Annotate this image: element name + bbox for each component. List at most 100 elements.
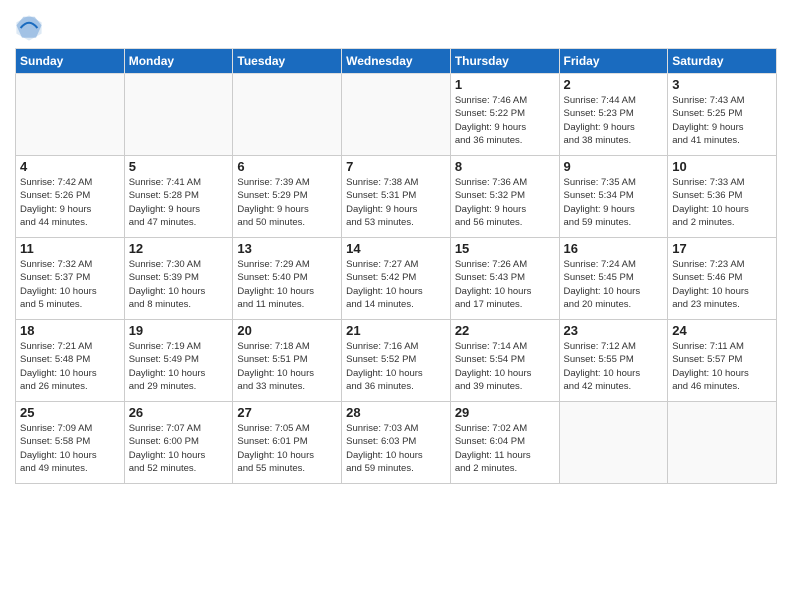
day-number: 20 bbox=[237, 323, 337, 338]
calendar-cell: 5 Sunrise: 7:41 AM Sunset: 5:28 PM Daylig… bbox=[124, 156, 233, 238]
calendar-cell: 25 Sunrise: 7:09 AM Sunset: 5:58 PM Dayli… bbox=[16, 402, 125, 484]
page-container: SundayMondayTuesdayWednesdayThursdayFrid… bbox=[0, 0, 792, 489]
day-number: 21 bbox=[346, 323, 446, 338]
day-info: Sunrise: 7:21 AM Sunset: 5:48 PM Dayligh… bbox=[20, 340, 120, 393]
calendar-cell: 3 Sunrise: 7:43 AM Sunset: 5:25 PM Daylig… bbox=[668, 74, 777, 156]
day-number: 4 bbox=[20, 159, 120, 174]
day-number: 14 bbox=[346, 241, 446, 256]
day-number: 22 bbox=[455, 323, 555, 338]
day-number: 24 bbox=[672, 323, 772, 338]
day-number: 16 bbox=[564, 241, 664, 256]
calendar-cell bbox=[16, 74, 125, 156]
day-number: 27 bbox=[237, 405, 337, 420]
calendar-week-row: 18Sunrise: 7:21 AM Sunset: 5:48 PM Dayli… bbox=[16, 320, 777, 402]
day-info: Sunrise: 7:23 AM Sunset: 5:46 PM Dayligh… bbox=[672, 258, 772, 311]
calendar-cell: 23 Sunrise: 7:12 AM Sunset: 5:55 PM Dayli… bbox=[559, 320, 668, 402]
day-info: Sunrise: 7:35 AM Sunset: 5:34 PM Dayligh… bbox=[564, 176, 664, 229]
day-header-tuesday: Tuesday bbox=[233, 49, 342, 74]
calendar-cell: 29 Sunrise: 7:02 AM Sunset: 6:04 PM Dayli… bbox=[450, 402, 559, 484]
calendar-cell: 19 Sunrise: 7:19 AM Sunset: 5:49 PM Dayli… bbox=[124, 320, 233, 402]
calendar-week-row: 4 Sunrise: 7:42 AM Sunset: 5:26 PM Daylig… bbox=[16, 156, 777, 238]
calendar-cell: 12Sunrise: 7:30 AM Sunset: 5:39 PM Dayli… bbox=[124, 238, 233, 320]
day-info: Sunrise: 7:24 AM Sunset: 5:45 PM Dayligh… bbox=[564, 258, 664, 311]
day-number: 5 bbox=[129, 159, 229, 174]
day-number: 23 bbox=[564, 323, 664, 338]
day-number: 12 bbox=[129, 241, 229, 256]
day-header-friday: Friday bbox=[559, 49, 668, 74]
day-number: 11 bbox=[20, 241, 120, 256]
day-info: Sunrise: 7:03 AM Sunset: 6:03 PM Dayligh… bbox=[346, 422, 446, 475]
calendar-cell: 20 Sunrise: 7:18 AM Sunset: 5:51 PM Dayli… bbox=[233, 320, 342, 402]
day-info: Sunrise: 7:14 AM Sunset: 5:54 PM Dayligh… bbox=[455, 340, 555, 393]
calendar-table: SundayMondayTuesdayWednesdayThursdayFrid… bbox=[15, 48, 777, 484]
day-number: 19 bbox=[129, 323, 229, 338]
day-info: Sunrise: 7:12 AM Sunset: 5:55 PM Dayligh… bbox=[564, 340, 664, 393]
day-info: Sunrise: 7:43 AM Sunset: 5:25 PM Dayligh… bbox=[672, 94, 772, 147]
calendar-week-row: 25 Sunrise: 7:09 AM Sunset: 5:58 PM Dayli… bbox=[16, 402, 777, 484]
day-number: 6 bbox=[237, 159, 337, 174]
day-header-thursday: Thursday bbox=[450, 49, 559, 74]
calendar-cell: 9 Sunrise: 7:35 AM Sunset: 5:34 PM Daylig… bbox=[559, 156, 668, 238]
day-number: 15 bbox=[455, 241, 555, 256]
calendar-cell: 4 Sunrise: 7:42 AM Sunset: 5:26 PM Daylig… bbox=[16, 156, 125, 238]
calendar-cell: 24 Sunrise: 7:11 AM Sunset: 5:57 PM Dayli… bbox=[668, 320, 777, 402]
calendar-cell: 18Sunrise: 7:21 AM Sunset: 5:48 PM Dayli… bbox=[16, 320, 125, 402]
day-number: 13 bbox=[237, 241, 337, 256]
day-info: Sunrise: 7:27 AM Sunset: 5:42 PM Dayligh… bbox=[346, 258, 446, 311]
calendar-cell: 13 Sunrise: 7:29 AM Sunset: 5:40 PM Dayli… bbox=[233, 238, 342, 320]
page-header bbox=[15, 10, 777, 42]
calendar-cell: 8 Sunrise: 7:36 AM Sunset: 5:32 PM Daylig… bbox=[450, 156, 559, 238]
calendar-cell bbox=[342, 74, 451, 156]
day-header-saturday: Saturday bbox=[668, 49, 777, 74]
calendar-cell: 22 Sunrise: 7:14 AM Sunset: 5:54 PM Dayli… bbox=[450, 320, 559, 402]
logo bbox=[15, 14, 45, 42]
day-info: Sunrise: 7:46 AM Sunset: 5:22 PM Dayligh… bbox=[455, 94, 555, 147]
day-info: Sunrise: 7:05 AM Sunset: 6:01 PM Dayligh… bbox=[237, 422, 337, 475]
calendar-week-row: 1Sunrise: 7:46 AM Sunset: 5:22 PM Daylig… bbox=[16, 74, 777, 156]
day-number: 25 bbox=[20, 405, 120, 420]
calendar-cell: 6Sunrise: 7:39 AM Sunset: 5:29 PM Daylig… bbox=[233, 156, 342, 238]
day-number: 10 bbox=[672, 159, 772, 174]
day-number: 9 bbox=[564, 159, 664, 174]
day-info: Sunrise: 7:02 AM Sunset: 6:04 PM Dayligh… bbox=[455, 422, 555, 475]
calendar-cell: 26 Sunrise: 7:07 AM Sunset: 6:00 PM Dayli… bbox=[124, 402, 233, 484]
day-info: Sunrise: 7:16 AM Sunset: 5:52 PM Dayligh… bbox=[346, 340, 446, 393]
day-number: 8 bbox=[455, 159, 555, 174]
day-number: 3 bbox=[672, 77, 772, 92]
calendar-cell: 2Sunrise: 7:44 AM Sunset: 5:23 PM Daylig… bbox=[559, 74, 668, 156]
day-header-wednesday: Wednesday bbox=[342, 49, 451, 74]
calendar-cell: 1Sunrise: 7:46 AM Sunset: 5:22 PM Daylig… bbox=[450, 74, 559, 156]
calendar-cell: 21 Sunrise: 7:16 AM Sunset: 5:52 PM Dayli… bbox=[342, 320, 451, 402]
day-info: Sunrise: 7:29 AM Sunset: 5:40 PM Dayligh… bbox=[237, 258, 337, 311]
calendar-cell bbox=[668, 402, 777, 484]
calendar-cell: 16 Sunrise: 7:24 AM Sunset: 5:45 PM Dayli… bbox=[559, 238, 668, 320]
day-info: Sunrise: 7:42 AM Sunset: 5:26 PM Dayligh… bbox=[20, 176, 120, 229]
day-info: Sunrise: 7:26 AM Sunset: 5:43 PM Dayligh… bbox=[455, 258, 555, 311]
day-info: Sunrise: 7:36 AM Sunset: 5:32 PM Dayligh… bbox=[455, 176, 555, 229]
day-info: Sunrise: 7:32 AM Sunset: 5:37 PM Dayligh… bbox=[20, 258, 120, 311]
calendar-cell: 27 Sunrise: 7:05 AM Sunset: 6:01 PM Dayli… bbox=[233, 402, 342, 484]
calendar-cell: 11 Sunrise: 7:32 AM Sunset: 5:37 PM Dayli… bbox=[16, 238, 125, 320]
day-number: 17 bbox=[672, 241, 772, 256]
day-info: Sunrise: 7:19 AM Sunset: 5:49 PM Dayligh… bbox=[129, 340, 229, 393]
calendar-header-row: SundayMondayTuesdayWednesdayThursdayFrid… bbox=[16, 49, 777, 74]
day-info: Sunrise: 7:33 AM Sunset: 5:36 PM Dayligh… bbox=[672, 176, 772, 229]
day-info: Sunrise: 7:11 AM Sunset: 5:57 PM Dayligh… bbox=[672, 340, 772, 393]
day-info: Sunrise: 7:18 AM Sunset: 5:51 PM Dayligh… bbox=[237, 340, 337, 393]
day-header-monday: Monday bbox=[124, 49, 233, 74]
day-info: Sunrise: 7:41 AM Sunset: 5:28 PM Dayligh… bbox=[129, 176, 229, 229]
calendar-cell bbox=[559, 402, 668, 484]
day-info: Sunrise: 7:07 AM Sunset: 6:00 PM Dayligh… bbox=[129, 422, 229, 475]
calendar-cell: 17 Sunrise: 7:23 AM Sunset: 5:46 PM Dayli… bbox=[668, 238, 777, 320]
day-number: 29 bbox=[455, 405, 555, 420]
day-number: 7 bbox=[346, 159, 446, 174]
calendar-cell: 14 Sunrise: 7:27 AM Sunset: 5:42 PM Dayli… bbox=[342, 238, 451, 320]
day-number: 2 bbox=[564, 77, 664, 92]
calendar-cell: 7Sunrise: 7:38 AM Sunset: 5:31 PM Daylig… bbox=[342, 156, 451, 238]
calendar-cell bbox=[124, 74, 233, 156]
day-number: 26 bbox=[129, 405, 229, 420]
day-header-sunday: Sunday bbox=[16, 49, 125, 74]
day-info: Sunrise: 7:09 AM Sunset: 5:58 PM Dayligh… bbox=[20, 422, 120, 475]
logo-icon bbox=[15, 14, 43, 42]
calendar-cell bbox=[233, 74, 342, 156]
